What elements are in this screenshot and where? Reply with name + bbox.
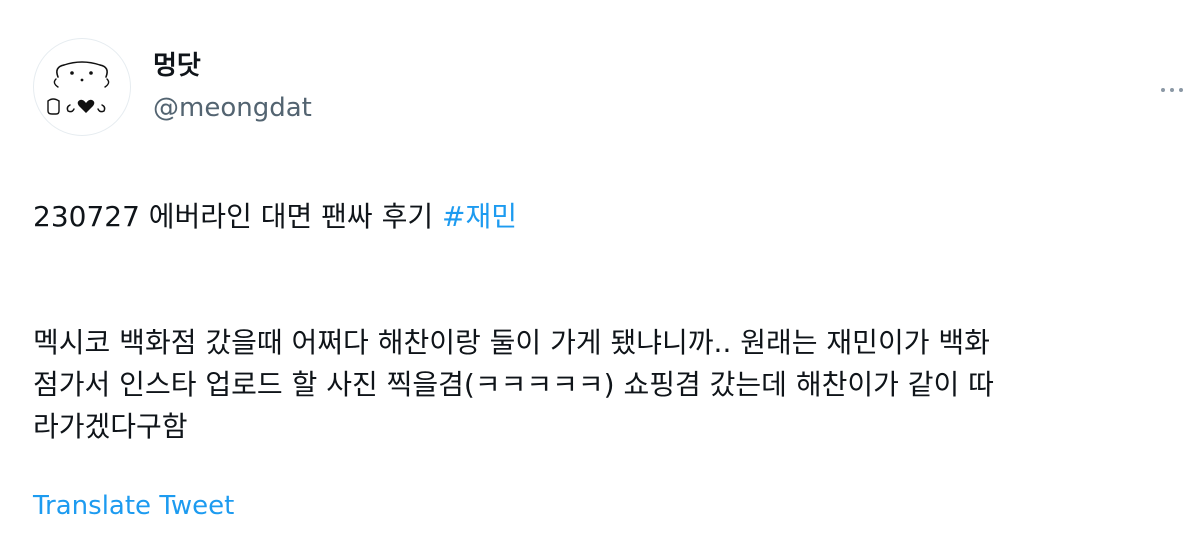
author-display-name[interactable]: 멍닷 bbox=[153, 50, 201, 82]
tweet-text-line-4: 라가겠다구함 bbox=[33, 410, 188, 443]
tweet-text-line-1: 230727 에버라인 대면 팬싸 후기 #재민 bbox=[33, 196, 1173, 238]
more-horizontal-icon bbox=[1161, 88, 1165, 92]
tweet-text: 230727 에버라인 대면 팬싸 후기 #재민 멕시코 백화점 갔을때 어쩌다… bbox=[33, 196, 1173, 448]
tweet-text-intro: 230727 에버라인 대면 팬싸 후기 bbox=[33, 200, 442, 233]
cartoon-bear-avatar-icon bbox=[47, 61, 110, 115]
tweet-text-line-3: 점가서 인스타 업로드 할 사진 찍을겸(ㅋㅋㅋㅋㅋ) 쇼핑겸 갔는데 해찬이가… bbox=[33, 368, 994, 401]
tweet-text-line-2: 멕시코 백화점 갔을때 어쩌다 해찬이랑 둘이 가게 됐냐니까.. 원래는 재민… bbox=[33, 326, 990, 359]
paragraph-spacer-2 bbox=[33, 280, 1173, 322]
tweet-card: 멍닷 @meongdat 230727 에버라인 대면 팬싸 후기 #재민 멕시… bbox=[0, 0, 1200, 553]
translate-tweet-link[interactable]: Translate Tweet bbox=[33, 490, 234, 522]
hashtag-link[interactable]: #재민 bbox=[442, 200, 517, 233]
author-handle[interactable]: @meongdat bbox=[153, 92, 312, 124]
more-horizontal-icon-dot-2 bbox=[1170, 88, 1174, 92]
avatar[interactable] bbox=[33, 38, 131, 136]
more-horizontal-icon-dot-3 bbox=[1179, 88, 1183, 92]
more-options-button[interactable] bbox=[1152, 78, 1192, 102]
